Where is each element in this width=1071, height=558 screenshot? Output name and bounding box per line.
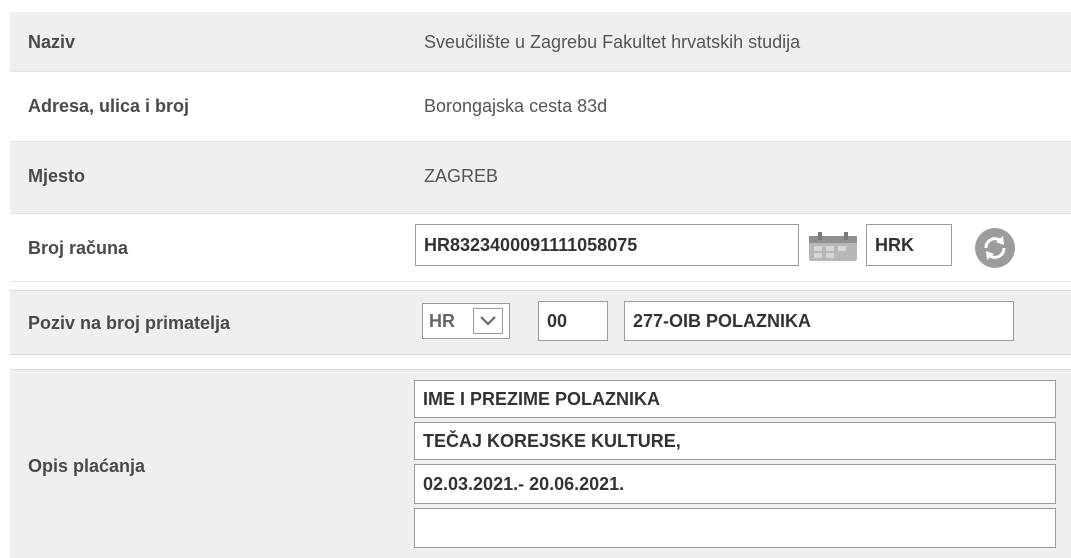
opis-label: Opis plaćanja xyxy=(28,456,146,476)
country-select-value: HR xyxy=(429,310,455,331)
currency-text: HRK xyxy=(875,234,914,255)
row-naziv: Naziv Sveučilište u Zagrebu Fakultet hrv… xyxy=(10,12,1071,72)
mjesto-value: ZAGREB xyxy=(424,166,499,186)
refresh-icon[interactable] xyxy=(973,226,1017,270)
description-line-2-text: TEČAJ KOREJSKE KULTURE, xyxy=(423,430,681,451)
description-line-4[interactable] xyxy=(414,508,1056,548)
mjesto-label: Mjesto xyxy=(28,166,86,186)
description-line-2[interactable]: TEČAJ KOREJSKE KULTURE, xyxy=(414,422,1056,460)
naziv-label: Naziv xyxy=(28,32,76,52)
naziv-value: Sveučilište u Zagrebu Fakultet hrvatskih… xyxy=(424,32,801,52)
adresa-label: Adresa, ulica i broj xyxy=(28,96,190,116)
description-line-1-text: IME I PREZIME POLAZNIKA xyxy=(423,388,661,409)
row-mjesto: Mjesto ZAGREB xyxy=(10,142,1071,214)
description-line-1[interactable]: IME I PREZIME POLAZNIKA xyxy=(414,380,1056,418)
description-line-3-text: 02.03.2021.- 20.06.2021. xyxy=(423,473,625,494)
reference-input[interactable]: 277-OIB POLAZNIKA xyxy=(624,301,1014,341)
model-input[interactable]: 00 xyxy=(538,301,608,341)
reference-text: 277-OIB POLAZNIKA xyxy=(633,310,812,331)
chevron-down-icon[interactable] xyxy=(473,308,503,334)
account-number-input[interactable]: HR8323400091111058075 xyxy=(415,224,799,266)
row-poziv: Poziv na broj primatelja HR 00 277-OIB P… xyxy=(10,291,1071,355)
row-racun: Broj računa HR8323400091111058075 HRK xyxy=(10,214,1071,282)
payment-form: Naziv Sveučilište u Zagrebu Fakultet hrv… xyxy=(0,0,1071,558)
row-opis: Opis plaćanja IME I PREZIME POLAZNIKA TE… xyxy=(10,369,1071,558)
calendar-icon[interactable] xyxy=(808,232,858,262)
description-line-3[interactable]: 02.03.2021.- 20.06.2021. xyxy=(414,464,1056,504)
poziv-label: Poziv na broj primatelja xyxy=(28,313,231,333)
adresa-value: Borongajska cesta 83d xyxy=(424,96,608,116)
row-adresa: Adresa, ulica i broj Borongajska cesta 8… xyxy=(10,72,1071,142)
model-text: 00 xyxy=(547,310,568,331)
account-number-text: HR8323400091111058075 xyxy=(424,234,638,255)
racun-label: Broj računa xyxy=(28,238,129,258)
country-select[interactable]: HR xyxy=(422,303,510,339)
currency-input[interactable]: HRK xyxy=(866,224,952,266)
